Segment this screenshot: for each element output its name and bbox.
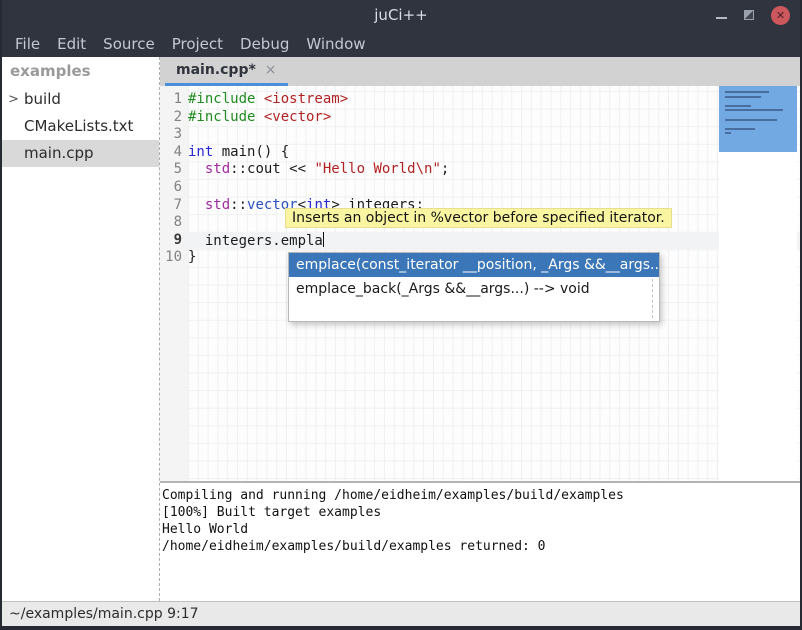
close-icon[interactable]: ✕ xyxy=(771,6,790,25)
code-line-6[interactable]: 6 xyxy=(160,179,800,197)
terminal-line: Hello World xyxy=(162,521,800,538)
code-text xyxy=(182,126,800,144)
minimap-code-line xyxy=(725,109,783,111)
code-text: #include <vector> xyxy=(182,109,800,127)
code-line-1[interactable]: 1#include <iostream> xyxy=(160,91,800,109)
menu-item-window[interactable]: Window xyxy=(306,35,365,53)
content-area: examples > build CMakeLists.txt main.cpp ma… xyxy=(2,57,800,601)
code-line-4[interactable]: 4int main() { xyxy=(160,144,800,162)
minimap[interactable] xyxy=(719,86,797,481)
line-number: 9 xyxy=(160,232,182,250)
tab-main-cpp[interactable]: main.cpp* × xyxy=(165,57,288,86)
file-tree: > build CMakeLists.txt main.cpp xyxy=(2,86,159,167)
completion-doc-tooltip: Inserts an object in %vector before spec… xyxy=(285,208,672,228)
completion-item[interactable]: emplace_back(_Args &&__args...) --> void xyxy=(289,277,659,301)
minimap-code-line xyxy=(725,128,755,130)
status-text: ~/examples/main.cpp 9:17 xyxy=(9,606,199,622)
window-bottom-border xyxy=(2,626,800,630)
line-number: 3 xyxy=(160,126,182,144)
completion-scrollbar[interactable] xyxy=(652,279,653,318)
completion-popup[interactable]: emplace(const_iterator __position, _Args… xyxy=(288,252,660,322)
file-label: CMakeLists.txt xyxy=(24,117,133,135)
line-number: 1 xyxy=(160,91,182,109)
code-text: int main() { xyxy=(182,144,800,162)
minimap-code-line xyxy=(725,119,777,121)
code-text xyxy=(182,179,800,197)
minimap-viewport[interactable] xyxy=(719,86,797,152)
sidebar-item-main-cpp[interactable]: main.cpp xyxy=(2,140,159,167)
menu-item-edit[interactable]: Edit xyxy=(57,35,86,53)
terminal-line: /home/eidheim/examples/build/examples re… xyxy=(162,538,800,555)
menu-item-debug[interactable]: Debug xyxy=(240,35,289,53)
tab-bar[interactable]: main.cpp* × xyxy=(160,57,800,86)
code-text: #include <iostream> xyxy=(182,91,800,109)
completion-item[interactable]: emplace(const_iterator __position, _Args… xyxy=(289,253,659,277)
status-bar: ~/examples/main.cpp 9:17 xyxy=(2,601,800,626)
code-text: std::cout << "Hello World\n"; xyxy=(182,161,800,179)
line-number: 4 xyxy=(160,144,182,162)
minimap-code-line xyxy=(725,105,751,107)
file-label: main.cpp xyxy=(24,144,94,162)
minimap-code-line xyxy=(725,132,731,134)
window-title: juCi++ xyxy=(2,6,800,24)
file-label: build xyxy=(24,90,61,108)
code-line-5[interactable]: 5 std::cout << "Hello World\n"; xyxy=(160,161,800,179)
minimize-icon[interactable] xyxy=(716,17,727,19)
code-text: integers.empla xyxy=(182,232,800,250)
line-number: 7 xyxy=(160,197,182,215)
terminal-output[interactable]: Compiling and running /home/eidheim/exam… xyxy=(160,483,800,601)
minimap-code-line xyxy=(725,91,769,93)
line-number: 6 xyxy=(160,179,182,197)
tab-label: main.cpp* xyxy=(176,62,256,78)
terminal-line: Compiling and running /home/eidheim/exam… xyxy=(162,487,800,504)
menu-item-project[interactable]: Project xyxy=(172,35,223,53)
code-line-9[interactable]: 9 integers.empla xyxy=(160,232,800,250)
line-number: 8 xyxy=(160,214,182,232)
code-line-3[interactable]: 3 xyxy=(160,126,800,144)
text-cursor xyxy=(323,232,325,247)
sidebar-item-cmakelists-txt[interactable]: CMakeLists.txt xyxy=(2,113,159,140)
code-line-2[interactable]: 2#include <vector> xyxy=(160,109,800,127)
restore-icon[interactable] xyxy=(744,10,754,20)
app-window: juCi++ ✕ File Edit Source Project Debug Windo… xyxy=(0,0,802,630)
chevron-right-icon[interactable]: > xyxy=(8,86,19,113)
terminal-line: [100%] Built target examples xyxy=(162,504,800,521)
file-tree-panel[interactable]: examples > build CMakeLists.txt main.cpp xyxy=(2,57,160,601)
completion-list: emplace(const_iterator __position, _Args… xyxy=(289,253,659,301)
menu-bar: File Edit Source Project Debug Window xyxy=(2,30,800,57)
line-number: 2 xyxy=(160,109,182,127)
title-bar[interactable]: juCi++ ✕ xyxy=(2,0,800,30)
code-lines: 1#include <iostream>2#include <vector>34… xyxy=(160,91,800,267)
line-number: 5 xyxy=(160,161,182,179)
minimap-code-line xyxy=(725,96,761,98)
project-name-header: examples xyxy=(2,57,159,86)
editor-column: main.cpp* × 1#include <iostream>2#includ… xyxy=(160,57,800,601)
sidebar-item-build[interactable]: > build xyxy=(2,86,159,113)
window-controls: ✕ xyxy=(716,6,800,25)
code-editor[interactable]: 1#include <iostream>2#include <vector>34… xyxy=(160,86,800,481)
tab-close-icon[interactable]: × xyxy=(265,62,277,78)
menu-item-file[interactable]: File xyxy=(15,35,40,53)
menu-item-source[interactable]: Source xyxy=(103,35,155,53)
line-number: 10 xyxy=(160,249,182,267)
